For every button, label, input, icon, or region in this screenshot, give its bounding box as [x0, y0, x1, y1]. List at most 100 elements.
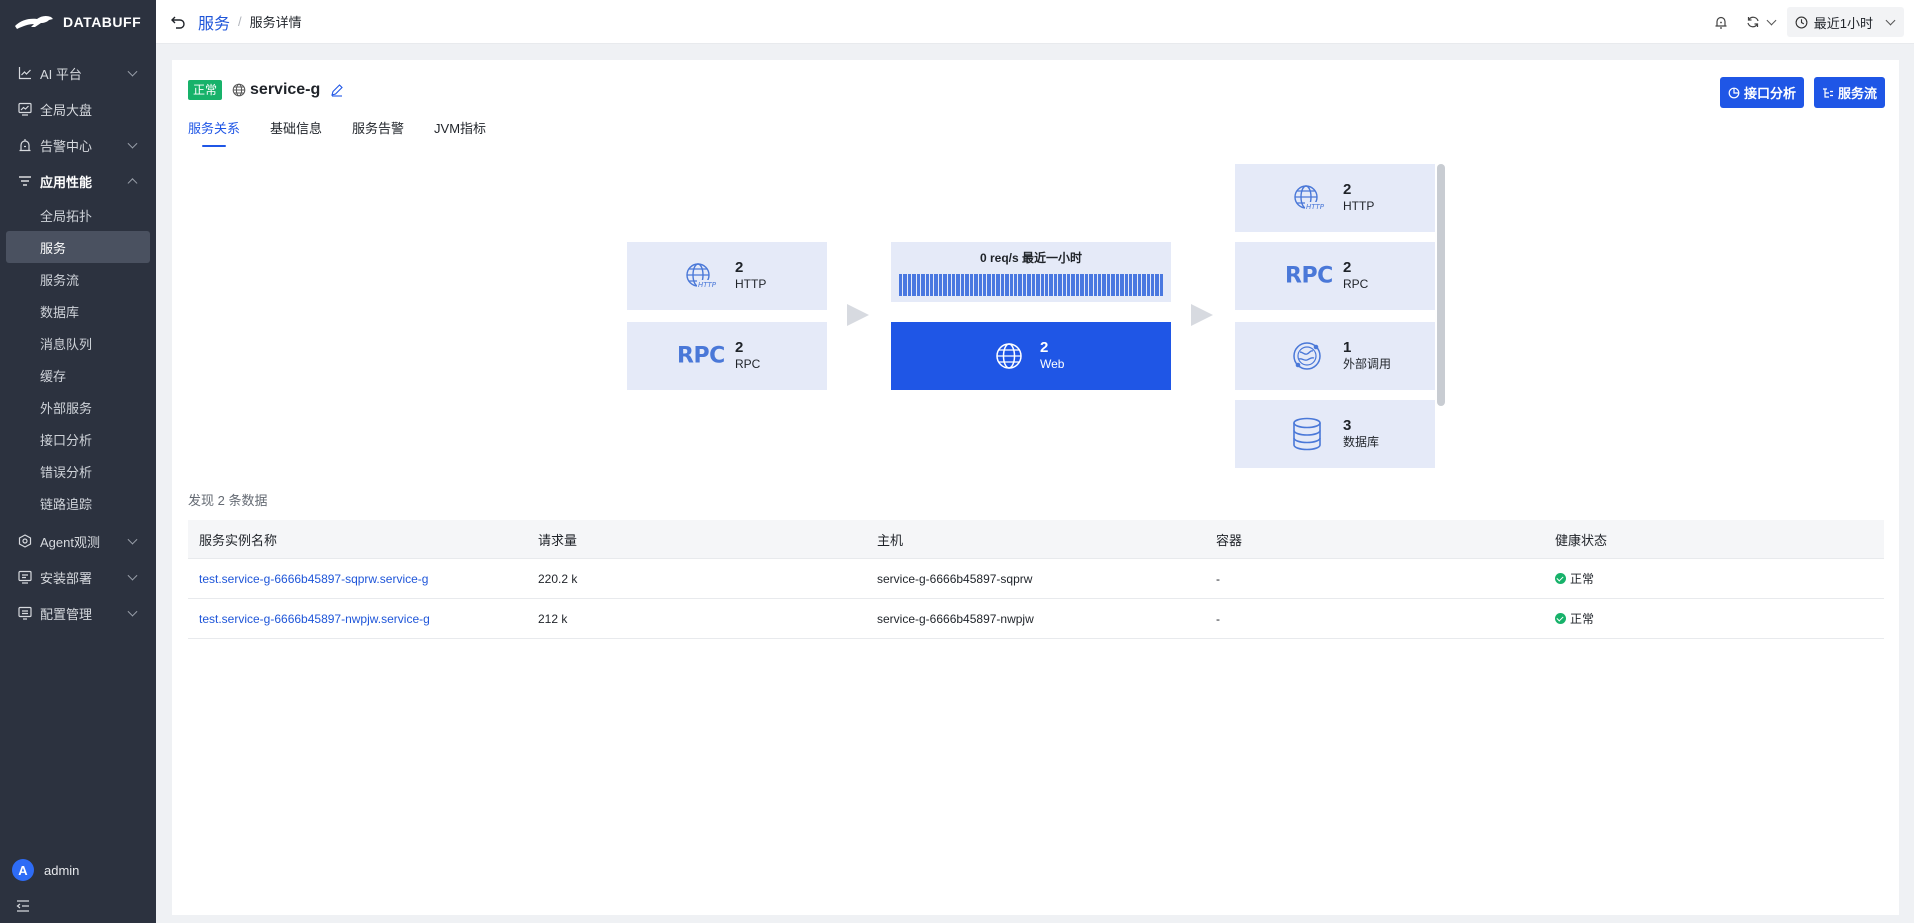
svg-text:HTTP: HTTP	[1306, 203, 1325, 211]
sidebar-item-ai-platform[interactable]: AI 平台	[0, 55, 156, 91]
sparkline-bar	[1089, 274, 1093, 296]
sparkline-bar	[912, 274, 916, 296]
service-flow-button[interactable]: 服务流	[1813, 77, 1885, 108]
request-rate-text: 0 req/s 最近一小时	[979, 251, 1083, 265]
health-cell: 正常	[1544, 610, 1883, 627]
sidebar-item-apm[interactable]: 应用性能	[0, 163, 156, 199]
refresh-icon[interactable]	[1746, 15, 1760, 29]
sparkline-bar	[947, 274, 952, 296]
sparkline-bar	[1151, 274, 1155, 296]
flow-icon	[1822, 87, 1833, 98]
container-cell: -	[1216, 611, 1220, 626]
sidebar-item-error-analysis[interactable]: 错误分析	[6, 455, 150, 487]
upstream-rpc-label: RPC	[735, 357, 761, 371]
column-header-container[interactable]: 容器	[1205, 530, 1544, 549]
chevron-up-icon	[127, 178, 138, 189]
sidebar-item-external-services[interactable]: 外部服务	[6, 391, 150, 423]
column-header-requests[interactable]: 请求量	[527, 530, 866, 549]
column-header-instance[interactable]: 服务实例名称	[188, 530, 527, 549]
sparkline-bar	[1018, 274, 1022, 296]
instance-link[interactable]: test.service-g-6666b45897-nwpjw.service-…	[199, 612, 430, 626]
user-menu[interactable]: A admin	[12, 859, 79, 881]
service-detail-panel: 正常 service-g 接口分析 服务流 服务关系 基础信息 服务告警 JVM…	[172, 60, 1899, 915]
tab-basic-info[interactable]: 基础信息	[270, 118, 322, 147]
agent-icon	[18, 534, 32, 548]
sparkline-bar	[1044, 274, 1049, 296]
center-service-card[interactable]: 2 Web	[891, 322, 1171, 390]
chevron-down-icon	[127, 570, 138, 581]
collapse-sidebar-icon[interactable]	[16, 899, 30, 913]
header-buttons: 接口分析 服务流	[1719, 77, 1885, 108]
downstream-http-card[interactable]: HTTP 2 HTTP	[1235, 164, 1435, 232]
sparkline-bar	[907, 274, 912, 296]
column-header-host[interactable]: 主机	[866, 530, 1205, 549]
sparkline-bar	[899, 274, 903, 296]
tab-service-alarms[interactable]: 服务告警	[352, 118, 404, 147]
tab-service-relations[interactable]: 服务关系	[188, 118, 240, 147]
sparkline-bar	[1097, 274, 1102, 296]
analysis-icon	[1728, 87, 1740, 98]
sidebar-item-label: 全局大盘	[40, 102, 93, 118]
sidebar-item-label: 安装部署	[40, 570, 93, 586]
refresh-dropdown-chevron-icon[interactable]	[1766, 15, 1777, 25]
breadcrumb-separator: /	[238, 14, 242, 29]
downstream-rpc-card[interactable]: RPC 2 RPC	[1235, 242, 1435, 310]
header-actions: 最近1小时	[1714, 0, 1914, 44]
sparkline-bar	[903, 274, 907, 296]
sidebar-item-config[interactable]: 配置管理	[0, 595, 156, 631]
back-icon[interactable]	[170, 14, 186, 30]
sidebar-item-tracing[interactable]: 链路追踪	[6, 487, 150, 519]
brand-name: DATABUFF	[63, 14, 142, 30]
downstream-external-card[interactable]: 1 外部调用	[1235, 322, 1435, 390]
interface-analysis-button[interactable]: 接口分析	[1719, 77, 1804, 108]
health-cell: 正常	[1544, 570, 1883, 587]
sidebar-item-global-topology[interactable]: 全局拓扑	[6, 199, 150, 231]
edit-icon[interactable]	[330, 83, 344, 97]
sidebar-item-global-dashboard[interactable]: 全局大盘	[0, 91, 156, 127]
time-range-select[interactable]: 最近1小时	[1786, 7, 1904, 37]
downstream-http-text: 2 HTTP	[1343, 182, 1374, 214]
filter-list-icon	[19, 176, 31, 186]
sidebar-item-database[interactable]: 数据库	[6, 295, 150, 327]
avatar: A	[12, 859, 34, 881]
rpc-icon: RPC	[1285, 263, 1333, 289]
sidebar-item-service-flow[interactable]: 服务流	[6, 263, 150, 295]
svg-text:HTTP: HTTP	[698, 281, 717, 289]
sparkline-bar	[1137, 274, 1142, 296]
upstream-http-card[interactable]: HTTP 2 HTTP	[627, 242, 827, 310]
upstream-rpc-card[interactable]: RPC 2 RPC	[627, 322, 827, 390]
sparkline-bar	[987, 274, 991, 296]
sparkline-bar	[1128, 274, 1133, 296]
flow-arrow-right	[1191, 304, 1213, 326]
sidebar-item-install[interactable]: 安装部署	[0, 559, 156, 595]
sidebar-item-message-queue[interactable]: 消息队列	[6, 327, 150, 359]
sparkline-bar	[1058, 274, 1062, 296]
sidebar-item-alarm-center[interactable]: 告警中心	[0, 127, 156, 163]
notification-bell-icon[interactable]	[1714, 15, 1728, 29]
upstream-rpc-count: 2	[735, 339, 744, 356]
health-status: 正常	[1570, 572, 1595, 586]
sidebar-item-cache[interactable]: 缓存	[6, 359, 150, 391]
breadcrumb-services[interactable]: 服务	[198, 10, 230, 34]
chevron-down-icon	[127, 138, 138, 149]
sidebar-item-interface-analysis[interactable]: 接口分析	[6, 423, 150, 455]
chart-icon	[18, 67, 31, 80]
sidebar-item-agent[interactable]: Agent观测	[0, 523, 156, 559]
tab-jvm-metrics[interactable]: JVM指标	[434, 118, 486, 147]
sparkline-bar	[921, 274, 925, 296]
sparkline-bar	[974, 274, 978, 296]
sparkline-bar	[1120, 274, 1124, 296]
downstream-scrollbar[interactable]	[1437, 164, 1445, 406]
instance-link[interactable]: test.service-g-6666b45897-sqprw.service-…	[199, 572, 428, 586]
dashboard-icon	[18, 102, 32, 116]
time-range-value: 最近1小时	[1813, 15, 1873, 31]
sparkline-bar	[978, 274, 983, 296]
sparkline-bar	[983, 274, 987, 296]
tab-bar: 服务关系 基础信息 服务告警 JVM指标	[188, 118, 486, 147]
column-header-health[interactable]: 健康状态	[1544, 530, 1883, 549]
sidebar-item-services[interactable]: 服务	[6, 231, 150, 263]
logo[interactable]: DATABUFF	[0, 0, 156, 44]
downstream-database-card[interactable]: 3 数据库	[1235, 400, 1435, 468]
instance-table: 服务实例名称 请求量 主机 容器 健康状态 test.service-g-666…	[188, 520, 1884, 639]
http-globe-icon: HTTP	[1294, 185, 1325, 211]
